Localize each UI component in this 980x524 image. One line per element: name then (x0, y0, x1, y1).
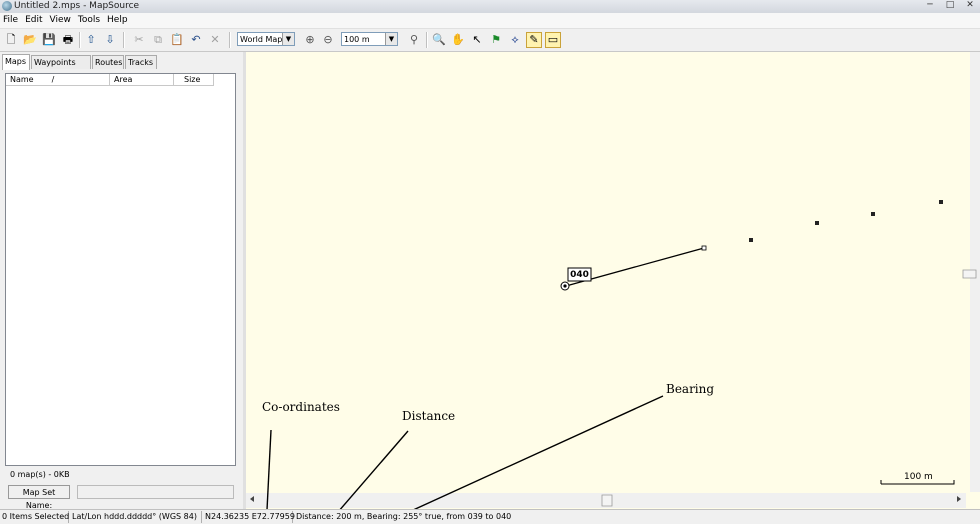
horizontal-scroll-thumb (601, 494, 613, 507)
status-bar: 0 Items Selected Lat/Lon hddd.ddddd° (WG… (0, 509, 980, 524)
waypoint-039-marker (701, 245, 707, 251)
coordinates-annotation: Co-ordinates (262, 400, 340, 414)
scroll-left-arrow-icon (250, 496, 254, 502)
waypoint-marker (815, 221, 819, 225)
waypoint-label[interactable]: 040 (568, 269, 591, 281)
scale-label: 100 m (904, 472, 933, 482)
waypoint-marker (871, 212, 875, 216)
scroll-right-arrow-icon (957, 496, 961, 502)
waypoint-marker (749, 238, 753, 242)
status-distance-bearing: Distance: 200 m, Bearing: 255° true, fro… (296, 512, 512, 521)
waypoint-040-center (563, 284, 567, 288)
coordinates-pointer-line (266, 429, 272, 511)
waypoint-marker (939, 200, 943, 204)
map-overlay (250, 200, 977, 517)
status-position-format: Lat/Lon hddd.ddddd° (WGS 84) (70, 511, 202, 523)
bearing-annotation: Bearing (666, 382, 715, 396)
distance-annotation: Distance (402, 409, 456, 423)
vertical-scroll-thumb (962, 269, 977, 279)
distance-pointer-line (337, 430, 409, 513)
status-coordinates: N24.36235 E72.77959 (205, 511, 295, 523)
status-selection: 0 Items Selected (2, 511, 70, 523)
